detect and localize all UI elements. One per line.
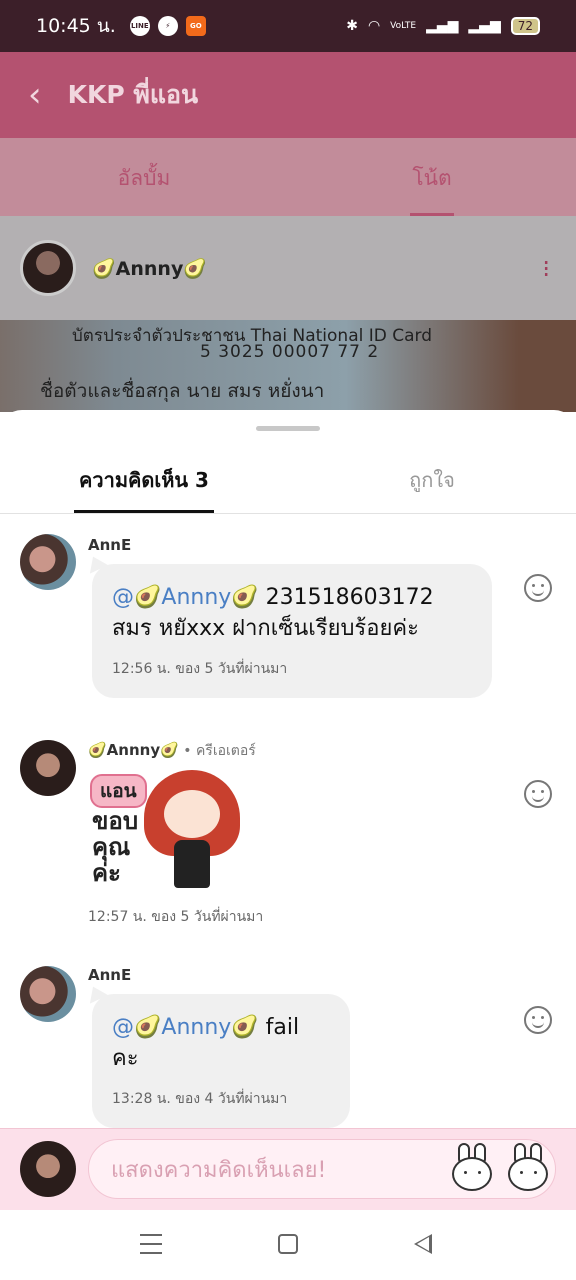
- avatar[interactable]: [20, 534, 76, 590]
- status-time: 10:45 น.: [36, 15, 116, 37]
- signal-icon: ▂▄▆: [426, 18, 459, 34]
- post-image: บัตรประจำตัวประชาชน Thai National ID Car…: [0, 320, 576, 412]
- avatar: [20, 1141, 76, 1197]
- post-author-row: 🥑Annny🥑 · · ·: [0, 216, 576, 320]
- sticker-picker-icon[interactable]: [448, 1143, 496, 1195]
- home-icon[interactable]: [278, 1234, 298, 1254]
- comments-sheet: ความคิดเห็น 3 ถูกใจ AnnE @🥑Annny🥑 231518…: [0, 410, 576, 1210]
- comment-time: 12:56 น. ของ 5 วันที่ผ่านมา: [112, 661, 288, 677]
- avatar[interactable]: [20, 966, 76, 1022]
- comment-text: @🥑Annny🥑 fail คะ: [112, 1012, 330, 1074]
- comment-text: @🥑Annny🥑 231518603172 สมร หยัxxx ฝากเซ็น…: [112, 582, 472, 644]
- sheet-tabs: ความคิดเห็น 3 ถูกใจ: [0, 450, 576, 514]
- status-bar: 10:45 น. LINE ⚡ GO ✱ ◠ VoLTE ▂▄▆ ▂▄▆ 72: [0, 0, 576, 52]
- mention-link[interactable]: @🥑Annny🥑: [112, 1015, 259, 1040]
- go-app-icon: GO: [185, 16, 206, 36]
- back-arrow-icon[interactable]: ‹: [28, 75, 42, 115]
- id-card-line: 5 3025 00007 77 2: [200, 342, 380, 362]
- tab-album[interactable]: อัลบั้ม: [0, 138, 288, 216]
- tab-likes[interactable]: ถูกใจ: [288, 450, 576, 513]
- comment-author[interactable]: 🥑Annny🥑 • ครีเอเตอร์: [88, 740, 256, 762]
- comment-bubble: @🥑Annny🥑 231518603172 สมร หยัxxx ฝากเซ็น…: [92, 564, 492, 698]
- sticker-text: ขอบ คุณ ค่ะ: [92, 807, 139, 887]
- creator-badge: • ครีเอเตอร์: [178, 743, 256, 759]
- post-author-name[interactable]: 🥑Annny🥑: [92, 257, 207, 280]
- signal-icon: ▂▄▆: [468, 18, 501, 34]
- app-header: ‹ KKP พี่แอน: [0, 52, 576, 138]
- line-icon: LINE: [129, 16, 150, 36]
- comment-author-name[interactable]: 🥑Annny🥑: [88, 741, 179, 759]
- messenger-icon: ⚡: [157, 16, 178, 36]
- tab-bar: อัลบั้ม โน้ต: [0, 138, 576, 216]
- system-nav-bar: [0, 1210, 576, 1280]
- sticker-tag: แอน: [90, 774, 147, 808]
- sheet-grabber[interactable]: [256, 426, 320, 431]
- page-title: KKP พี่แอน: [67, 80, 199, 109]
- comment-bubble: @🥑Annny🥑 fail คะ 13:28 น. ของ 4 วันที่ผ่…: [92, 994, 350, 1128]
- smiley-icon[interactable]: [524, 780, 552, 808]
- id-card-line: ชื่อตัวและชื่อสกุล นาย สมร หยั่งนา: [40, 380, 325, 402]
- avatar[interactable]: [20, 240, 76, 296]
- volte-icon: VoLTE: [390, 21, 417, 31]
- smiley-icon[interactable]: [524, 1006, 552, 1034]
- comment-time: 12:57 น. ของ 5 วันที่ผ่านมา: [88, 909, 264, 925]
- comment-time: 13:28 น. ของ 4 วันที่ผ่านมา: [112, 1091, 288, 1107]
- tab-comments[interactable]: ความคิดเห็น 3: [0, 450, 288, 513]
- wifi-icon: ◠: [367, 18, 381, 34]
- sticker-character: [144, 770, 240, 890]
- battery-icon: 72: [510, 17, 540, 35]
- avatar[interactable]: [20, 740, 76, 796]
- comment-author[interactable]: AnnE: [88, 536, 131, 554]
- back-icon[interactable]: [414, 1234, 432, 1254]
- smiley-icon[interactable]: [524, 574, 552, 602]
- bluetooth-icon: ✱: [346, 18, 358, 34]
- emoji-picker-icon[interactable]: [504, 1143, 552, 1195]
- more-options-icon[interactable]: · · ·: [542, 251, 550, 287]
- comment-author[interactable]: AnnE: [88, 966, 131, 984]
- mention-link[interactable]: @🥑Annny🥑: [112, 585, 259, 610]
- recent-apps-icon[interactable]: [140, 1234, 162, 1254]
- comment-input-bar: แสดงความคิดเห็นเลย!: [0, 1128, 576, 1210]
- sticker[interactable]: แอน ขอบ คุณ ค่ะ: [88, 770, 248, 890]
- comment-text-part: สมร หยัxxx ฝากเซ็นเรียบร้อยค่ะ: [112, 616, 419, 641]
- comment-text-part: 231518603172: [258, 585, 434, 610]
- tab-notes[interactable]: โน้ต: [288, 138, 576, 216]
- background-page: ‹ KKP พี่แอน อัลบั้ม โน้ต 🥑Annny🥑 · · · บั…: [0, 52, 576, 412]
